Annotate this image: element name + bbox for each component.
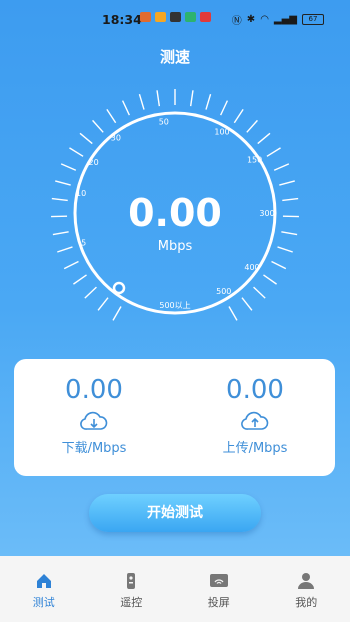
gauge-tick [279, 180, 295, 186]
gauge-tick [205, 94, 212, 110]
page-title: 测速 [159, 48, 190, 66]
gauge-tick-label: 30 [111, 133, 121, 142]
gauge-value: 0.00 [128, 191, 222, 235]
nfc-icon: Ⓝ [231, 16, 242, 27]
nav-label-mine: 我的 [295, 596, 318, 609]
gauge-tick [277, 246, 293, 253]
gauge-tick [55, 180, 71, 186]
app-icon [155, 12, 166, 22]
gauge-tick [271, 260, 287, 270]
nav-item-test[interactable]: 测试 [0, 556, 88, 622]
camera-icon [170, 12, 181, 22]
download-value: 0.00 [65, 375, 123, 405]
wifi-icon: ◠ [260, 14, 269, 25]
gauge-tick-label: 100 [214, 128, 229, 137]
gauge-tick [282, 197, 299, 202]
gauge-tick-label: 400 [244, 263, 259, 272]
upload-cloud-icon [175, 409, 335, 433]
gauge-tick [189, 90, 194, 107]
gauge-tick [273, 163, 290, 171]
gauge-tick-label: 5 [81, 239, 86, 248]
gauge-tick [257, 132, 271, 145]
upload-label: 上传/Mbps [222, 441, 288, 456]
gauge-tick [138, 94, 145, 110]
gauge-needle-knob [112, 281, 126, 295]
gauge-tick [253, 286, 266, 299]
download-metric: 0.00 下载/Mbps [14, 375, 174, 456]
mail-icon [200, 12, 211, 22]
gauge-tick [97, 297, 109, 311]
cast-icon [209, 574, 228, 587]
gauge-tick [121, 100, 130, 116]
gauge-tick [60, 163, 77, 171]
notification-icons [140, 12, 211, 22]
remote-icon [127, 573, 136, 589]
status-time: 18:34 [102, 12, 142, 27]
message-icon [140, 12, 151, 22]
gauge-tick [69, 147, 84, 157]
nav-item-cast[interactable]: 投屏 [175, 556, 263, 622]
download-label: 下载/Mbps [61, 441, 127, 456]
gauge-tick [281, 231, 298, 236]
gauge-tick [106, 109, 117, 124]
upload-metric: 0.00 上传/Mbps [175, 375, 335, 456]
gauge-tick [92, 119, 104, 133]
system-icons: Ⓝ ✱ ◠ ▂▄▆ 67 [232, 12, 324, 27]
gauge-tick-label: 150 [247, 155, 262, 164]
nav-label-remote: 遥控 [120, 596, 143, 609]
gauge-tick [52, 231, 69, 236]
download-cloud-icon [14, 409, 174, 433]
gauge-tick [263, 274, 277, 285]
start-test-button[interactable]: 开始测试 [89, 494, 261, 532]
gauge-tick [246, 119, 258, 133]
nav-label-test: 测试 [32, 596, 55, 609]
gauge-tick-label: 50 [159, 118, 169, 127]
gauge-tick [112, 306, 122, 321]
gauge-tick-label: 10 [76, 189, 86, 198]
gauge-tick [63, 260, 79, 270]
gauge-tick [241, 297, 253, 311]
gauge-tick [233, 109, 244, 124]
battery-icon: 67 [302, 14, 324, 25]
gauge-tick [79, 132, 93, 145]
gauge-tick [220, 100, 229, 116]
gauge-tick [228, 306, 238, 321]
gauge-tick-label: 500以上 [159, 301, 190, 310]
bluetooth-icon: ✱ [246, 14, 256, 25]
gauge-unit: Mbps [158, 239, 193, 254]
result-card: 0.00 下载/Mbps 0.00 上传/Mbps [14, 359, 335, 476]
gauge-tick [73, 274, 87, 285]
gauge-tick-label: 20 [88, 158, 98, 167]
status-bar: 18:34 Ⓝ ✱ ◠ ▂▄▆ 67 [0, 0, 350, 34]
home-icon [36, 574, 51, 588]
user-icon [298, 573, 315, 589]
nav-item-remote[interactable]: 遥控 [88, 556, 176, 622]
signal-icon: ▂▄▆ [273, 14, 297, 25]
gauge-tick-label: 300 [259, 209, 274, 218]
nav-item-mine[interactable]: 我的 [263, 556, 350, 622]
gauge-tick [57, 246, 73, 253]
gauge-tick [84, 286, 97, 299]
chat-icon [185, 12, 196, 22]
gauge-tick [156, 90, 161, 107]
upload-value: 0.00 [226, 375, 284, 405]
nav-label-cast: 投屏 [207, 596, 230, 609]
speed-gauge: 5 10 20 30 50 100 150 300 400 500 500以上 0.00 Mbps [51, 89, 299, 321]
battery-level: 67 [308, 15, 318, 23]
gauge-tick-label: 500 [216, 287, 231, 296]
bottom-nav: 测试 遥控 投屏 我的 [0, 556, 350, 622]
gauge-tick [51, 197, 68, 202]
gauge-tick [266, 147, 281, 157]
